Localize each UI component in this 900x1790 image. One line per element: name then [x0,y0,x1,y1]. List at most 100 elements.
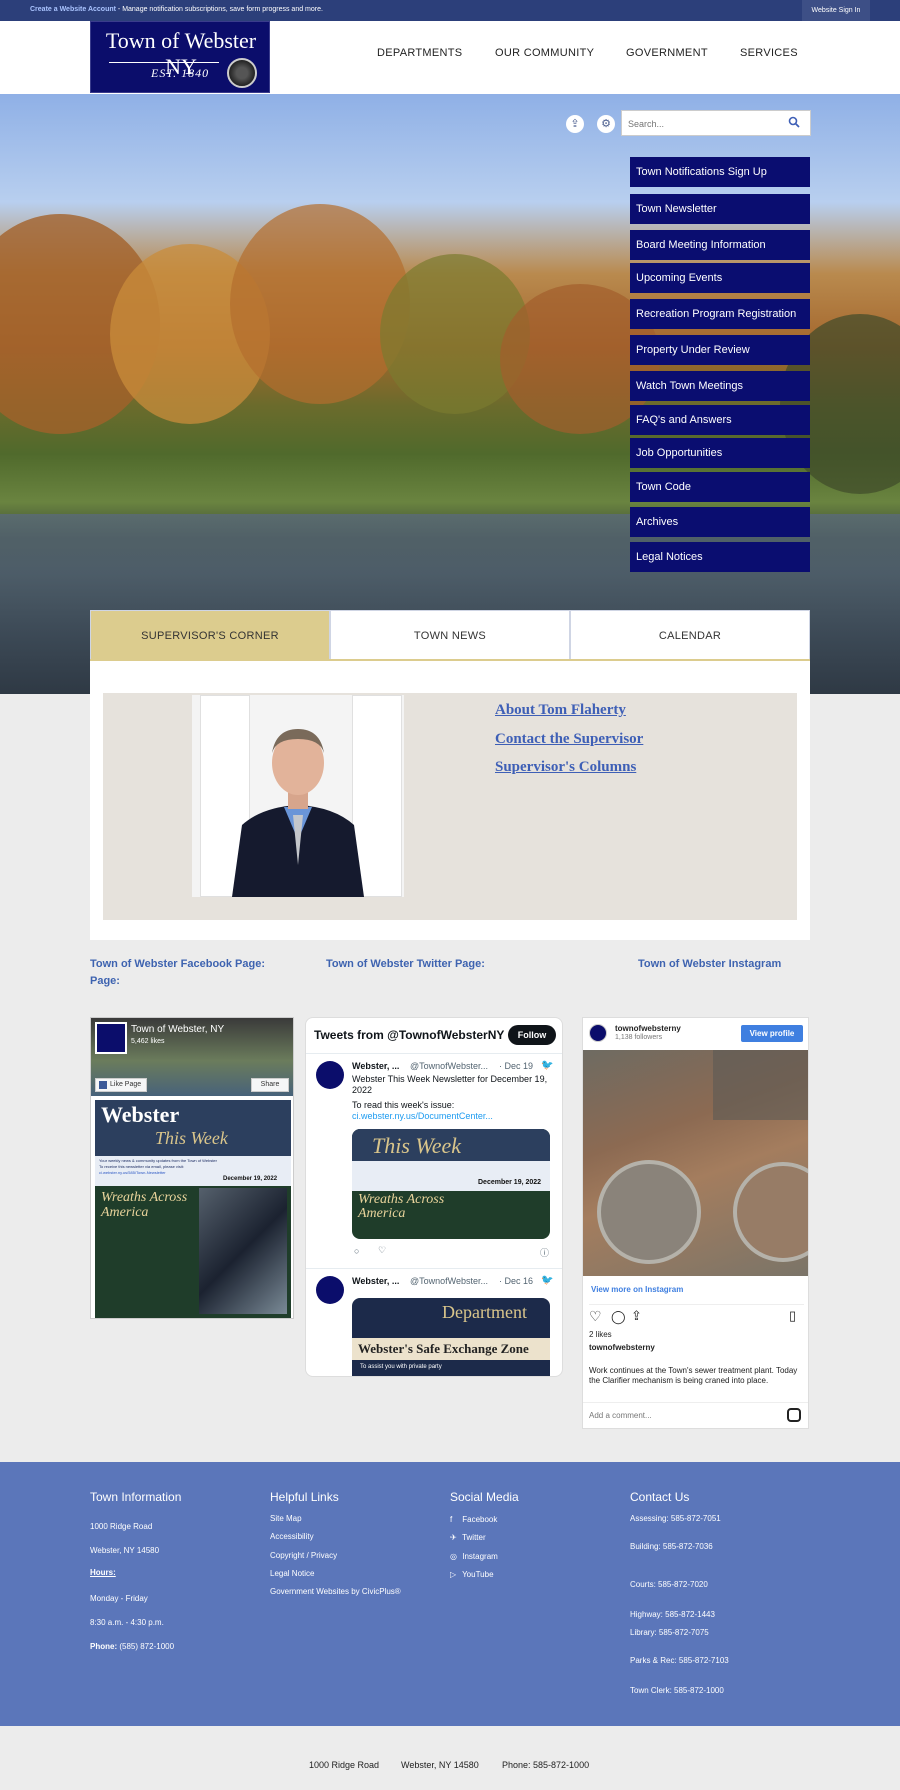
quick-link-legal-notices[interactable]: Legal Notices [630,542,810,572]
footer-link-copyright[interactable]: Copyright / Privacy [270,1551,337,1560]
tab-calendar[interactable]: CALENDAR [570,610,810,660]
tweet2-image[interactable]: Department Webster's Safe Exchange Zone … [352,1298,550,1376]
instagram-comment-input[interactable]: Add a comment... [589,1411,652,1420]
tweet2-avatar[interactable] [316,1276,344,1304]
tweet1-date: · Dec 19 [499,1061,534,1071]
about-supervisor-link[interactable]: About Tom Flaherty [495,702,626,719]
instagram-post-image[interactable] [583,1050,808,1276]
instagram-followers: 1,138 followers [615,1034,663,1041]
nav-services[interactable]: SERVICES [740,47,798,59]
tweet2-name[interactable]: Webster, ... [352,1276,399,1286]
footer-days: Monday - Friday [90,1594,148,1603]
footer-social-instagram[interactable]: ◎ Instagram [450,1552,498,1561]
quick-link-archives[interactable]: Archives [630,507,810,537]
facebook-icon: f [450,1515,453,1524]
instagram-username[interactable]: townofwebsterny [615,1024,681,1033]
twitter-bird-icon: 🐦 [541,1060,554,1071]
share-icon[interactable]: ⇪ [566,115,584,133]
tweet2-handle: @TownofWebster... [410,1276,489,1286]
ig-like-icon[interactable]: ♡ [589,1308,602,1325]
quick-link-recreation[interactable]: Recreation Program Registration [630,299,810,329]
tweet1-avatar[interactable] [316,1061,344,1089]
tweet1-img-title: This Week [372,1133,462,1158]
town-seal-icon [227,58,257,88]
instagram-icon: ◎ [450,1552,457,1561]
instagram-caption-user[interactable]: townofwebsterny [589,1343,655,1352]
quick-link-notifications[interactable]: Town Notifications Sign Up [630,157,810,187]
info-icon[interactable]: ⓘ [540,1246,549,1259]
search-icon[interactable] [788,116,800,128]
tab-supervisors-corner[interactable]: SUPERVISOR'S CORNER [90,610,330,660]
footer-social-youtube[interactable]: ▷ YouTube [450,1570,494,1579]
facebook-like-button[interactable]: Like Page [95,1078,147,1092]
reply-icon[interactable]: ○ [354,1246,359,1256]
quick-link-newsletter[interactable]: Town Newsletter [630,194,810,224]
gear-icon[interactable]: ⚙ [597,115,615,133]
facebook-post-image: Webster This Week Your weekly news & com… [95,1100,291,1318]
footer-helpful-title: Helpful Links [270,1490,339,1504]
facebook-likes: 5,462 likes [131,1038,165,1045]
facebook-page-name[interactable]: Town of Webster, NY [131,1024,224,1035]
quick-link-property[interactable]: Property Under Review [630,335,810,365]
ig-share-icon[interactable]: ⇪ [631,1308,642,1324]
contact-supervisor-link[interactable]: Contact the Supervisor [495,731,643,748]
nav-departments[interactable]: DEPARTMENTS [377,47,462,59]
logo-est: EST. 1840 [151,66,210,80]
logo-divider [109,62,219,63]
ig-bookmark-icon[interactable]: ▯ [789,1308,796,1324]
twitter-icon: ✈ [450,1533,457,1542]
ig-comment-icon[interactable]: ◯ [611,1309,626,1325]
quick-link-jobs[interactable]: Job Opportunities [630,438,810,468]
bottom-phone: Phone: 585-872-1000 [502,1760,590,1770]
sign-in-button[interactable]: Website Sign In [802,0,870,21]
account-message-text: - Manage notification subscriptions, sav… [115,6,323,13]
tweet1-link[interactable]: ci.webster.ny.us/DocumentCenter... [352,1111,493,1121]
instagram-icon[interactable] [787,1408,801,1422]
quick-link-watch-meetings[interactable]: Watch Town Meetings [630,371,810,401]
account-message: Create a Website Account - Manage notifi… [30,6,323,13]
search-input[interactable] [628,116,778,132]
bottom-bar: 1000 Ridge Road Webster, NY 14580 Phone:… [0,1726,900,1790]
footer-link-accessibility[interactable]: Accessibility [270,1532,314,1541]
bottom-address: 1000 Ridge Road [309,1760,380,1770]
like-icon[interactable]: ♡ [378,1245,386,1256]
quick-link-town-code[interactable]: Town Code [630,472,810,502]
fb-post-date: December 19, 2022 [223,1176,278,1182]
instagram-heading: Town of Webster Instagram [638,958,782,970]
quick-link-upcoming-events[interactable]: Upcoming Events [630,263,810,293]
footer-hours-label: Hours: [90,1568,116,1577]
footer-social-youtube-label: YouTube [462,1570,494,1579]
nav-government[interactable]: GOVERNMENT [626,47,708,59]
facebook-heading: Town of Webster Facebook Page: [90,958,266,970]
footer-link-legal-notice[interactable]: Legal Notice [270,1569,314,1578]
site-logo[interactable]: Town of Webster NY EST. 1840 [90,21,270,93]
twitter-follow-button[interactable]: Follow [508,1025,556,1045]
view-profile-button[interactable]: View profile [741,1025,803,1042]
view-more-instagram-link[interactable]: View more on Instagram [591,1285,683,1294]
quick-link-board-meeting[interactable]: Board Meeting Information [630,230,810,260]
instagram-caption: Work continues at the Town's sewer treat… [589,1366,798,1385]
nav-our-community[interactable]: OUR COMMUNITY [495,47,594,59]
tweet2-img-line: To assist you with private party [360,1364,442,1370]
footer-social-instagram-label: Instagram [462,1552,498,1561]
footer-address2: Webster, NY 14580 [90,1546,160,1555]
footer-social-twitter-label: Twitter [462,1533,486,1542]
footer-social-twitter[interactable]: ✈ Twitter [450,1533,486,1542]
create-account-link[interactable]: Create a Website Account [30,6,116,13]
tweet1-text2: To read this week's issue: [352,1100,455,1110]
instagram-avatar[interactable] [589,1024,607,1042]
tweet1-image[interactable]: This Week December 19, 2022 Wreaths Acro… [352,1129,550,1239]
fb-wreaths-title: Wreaths Across America [101,1190,188,1220]
tab-town-news[interactable]: TOWN NEWS [330,610,570,660]
tweet1-name[interactable]: Webster, ... [352,1061,399,1071]
footer-link-site-map[interactable]: Site Map [270,1514,302,1523]
fb-post-subtitle: This Week [155,1128,228,1148]
facebook-share-button[interactable]: Share [251,1078,289,1092]
supervisor-columns-link[interactable]: Supervisor's Columns [495,759,636,776]
site-footer: Town Information 1000 Ridge Road Webster… [0,1462,900,1726]
footer-link-civicplus[interactable]: Government Websites by CivicPlus® [270,1587,401,1596]
footer-social-facebook[interactable]: f Facebook [450,1515,497,1524]
contact-town-clerk: Town Clerk: 585-872-1000 [630,1686,724,1695]
tab-underline [90,659,810,661]
quick-link-faq[interactable]: FAQ's and Answers [630,405,810,435]
